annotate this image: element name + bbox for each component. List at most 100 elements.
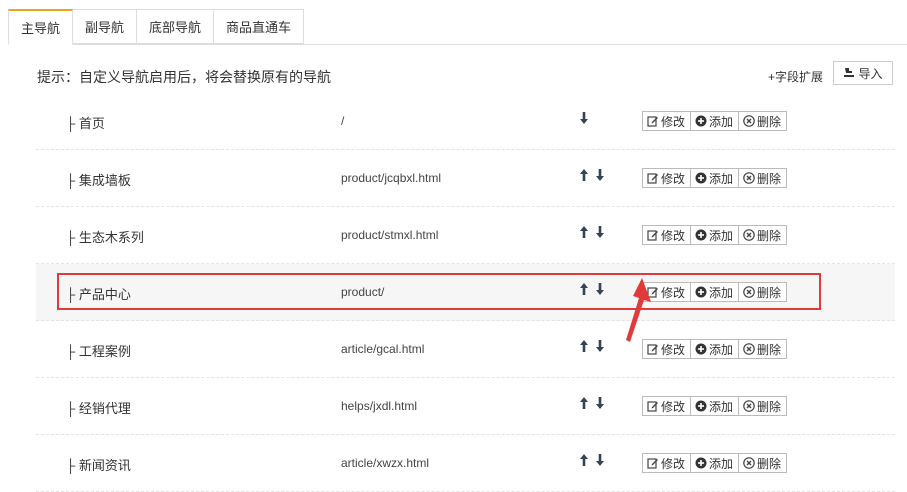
table-row: ├ 生态木系列 product/stmxl.html 修改 添加 删除 [36, 207, 895, 264]
nav-item-url: / [341, 114, 345, 128]
delete-button[interactable]: 删除 [738, 111, 788, 131]
delete-label: 删除 [757, 342, 782, 357]
table-row: ├ 首页 / 修改 添加 删除 [36, 93, 895, 150]
delete-label: 删除 [757, 171, 782, 186]
nav-item-name: ├ 新闻资讯 [66, 458, 131, 473]
move-down-icon[interactable] [595, 225, 605, 239]
plus-circle-icon [695, 115, 707, 127]
nav-item-url: helps/jxdl.html [341, 399, 418, 413]
nav-tabs: 主导航 副导航 底部导航 商品直通车 [8, 9, 305, 45]
sort-arrows [579, 111, 589, 125]
import-button[interactable]: 导入 [833, 61, 893, 85]
row-actions: 修改 添加 删除 [642, 453, 788, 473]
edit-label: 修改 [661, 171, 686, 186]
delete-label: 删除 [757, 456, 782, 471]
edit-icon [647, 115, 659, 127]
edit-icon [647, 172, 659, 184]
add-button[interactable]: 添加 [690, 168, 740, 188]
add-label: 添加 [709, 228, 734, 243]
nav-item-name: ├ 工程案例 [66, 344, 131, 359]
row-actions: 修改 添加 删除 [642, 339, 788, 359]
move-up-icon[interactable] [579, 453, 589, 467]
edit-icon [647, 229, 659, 241]
edit-icon [647, 400, 659, 412]
delete-button[interactable]: 删除 [738, 396, 788, 416]
x-circle-icon [743, 343, 755, 355]
tab-2[interactable]: 底部导航 [137, 9, 215, 44]
move-down-icon[interactable] [595, 339, 605, 353]
row-actions: 修改 添加 删除 [642, 396, 788, 416]
edit-label: 修改 [661, 228, 686, 243]
move-down-icon[interactable] [595, 282, 605, 296]
tab-1[interactable]: 副导航 [73, 9, 138, 44]
nav-item-url: product/stmxl.html [341, 228, 439, 242]
x-circle-icon [743, 457, 755, 469]
edit-icon [647, 343, 659, 355]
import-label: 导入 [858, 66, 883, 81]
nav-item-name: ├ 首页 [66, 116, 105, 131]
edit-button[interactable]: 修改 [642, 396, 692, 416]
add-button[interactable]: 添加 [690, 111, 740, 131]
nav-list: ├ 首页 / 修改 添加 删除 ├ 集成墙板 product/jcqbxl.html 修改 添加… [36, 93, 895, 492]
edit-icon [647, 286, 659, 298]
table-row: ├ 产品中心 product/修改 添加 删除 [36, 264, 895, 321]
nav-item-url: article/gcal.html [341, 342, 425, 356]
x-circle-icon [743, 400, 755, 412]
edit-button[interactable]: 修改 [642, 453, 692, 473]
move-down-icon[interactable] [579, 111, 589, 125]
delete-button[interactable]: 删除 [738, 168, 788, 188]
add-label: 添加 [709, 285, 734, 300]
edit-button[interactable]: 修改 [642, 282, 692, 302]
edit-label: 修改 [661, 456, 686, 471]
table-row: ├ 新闻资讯 article/xwzx.html 修改 添加 删除 [36, 435, 895, 492]
edit-button[interactable]: 修改 [642, 339, 692, 359]
nav-item-url: product/jcqbxl.html [341, 171, 442, 185]
move-up-icon[interactable] [579, 282, 589, 296]
x-circle-icon [743, 172, 755, 184]
delete-button[interactable]: 删除 [738, 225, 788, 245]
tab-3[interactable]: 商品直通车 [214, 9, 305, 44]
add-button[interactable]: 添加 [690, 282, 740, 302]
add-button[interactable]: 添加 [690, 225, 740, 245]
plus-circle-icon [695, 286, 707, 298]
plus-circle-icon [695, 229, 707, 241]
delete-button[interactable]: 删除 [738, 453, 788, 473]
move-up-icon[interactable] [579, 225, 589, 239]
delete-button[interactable]: 删除 [738, 339, 788, 359]
move-down-icon[interactable] [595, 453, 605, 467]
row-actions: 修改 添加 删除 [642, 168, 788, 188]
add-label: 添加 [709, 114, 734, 129]
edit-label: 修改 [661, 114, 686, 129]
move-up-icon[interactable] [579, 339, 589, 353]
move-down-icon[interactable] [595, 396, 605, 410]
sort-arrows [579, 282, 605, 296]
edit-button[interactable]: 修改 [642, 168, 692, 188]
plus-circle-icon [695, 400, 707, 412]
edit-button[interactable]: 修改 [642, 225, 692, 245]
move-up-icon[interactable] [579, 168, 589, 182]
edit-button[interactable]: 修改 [642, 111, 692, 131]
nav-item-name: ├ 生态木系列 [66, 230, 144, 245]
nav-item-url: product/ [341, 285, 385, 299]
sort-arrows [579, 396, 605, 410]
move-down-icon[interactable] [595, 168, 605, 182]
delete-label: 删除 [757, 228, 782, 243]
edit-label: 修改 [661, 399, 686, 414]
nav-item-name: ├ 经销代理 [66, 401, 131, 416]
delete-label: 删除 [757, 285, 782, 300]
delete-button[interactable]: 删除 [738, 282, 788, 302]
x-circle-icon [743, 286, 755, 298]
nav-item-url: article/xwzx.html [341, 456, 430, 470]
field-extension-link[interactable]: +字段扩展 [768, 68, 823, 85]
delete-label: 删除 [757, 114, 782, 129]
add-button[interactable]: 添加 [690, 396, 740, 416]
move-up-icon[interactable] [579, 396, 589, 410]
nav-item-name: ├ 集成墙板 [66, 173, 131, 188]
import-icon [844, 68, 855, 77]
tab-0[interactable]: 主导航 [8, 9, 74, 45]
plus-circle-icon [695, 457, 707, 469]
add-button[interactable]: 添加 [690, 339, 740, 359]
delete-label: 删除 [757, 399, 782, 414]
add-button[interactable]: 添加 [690, 453, 740, 473]
x-circle-icon [743, 115, 755, 127]
